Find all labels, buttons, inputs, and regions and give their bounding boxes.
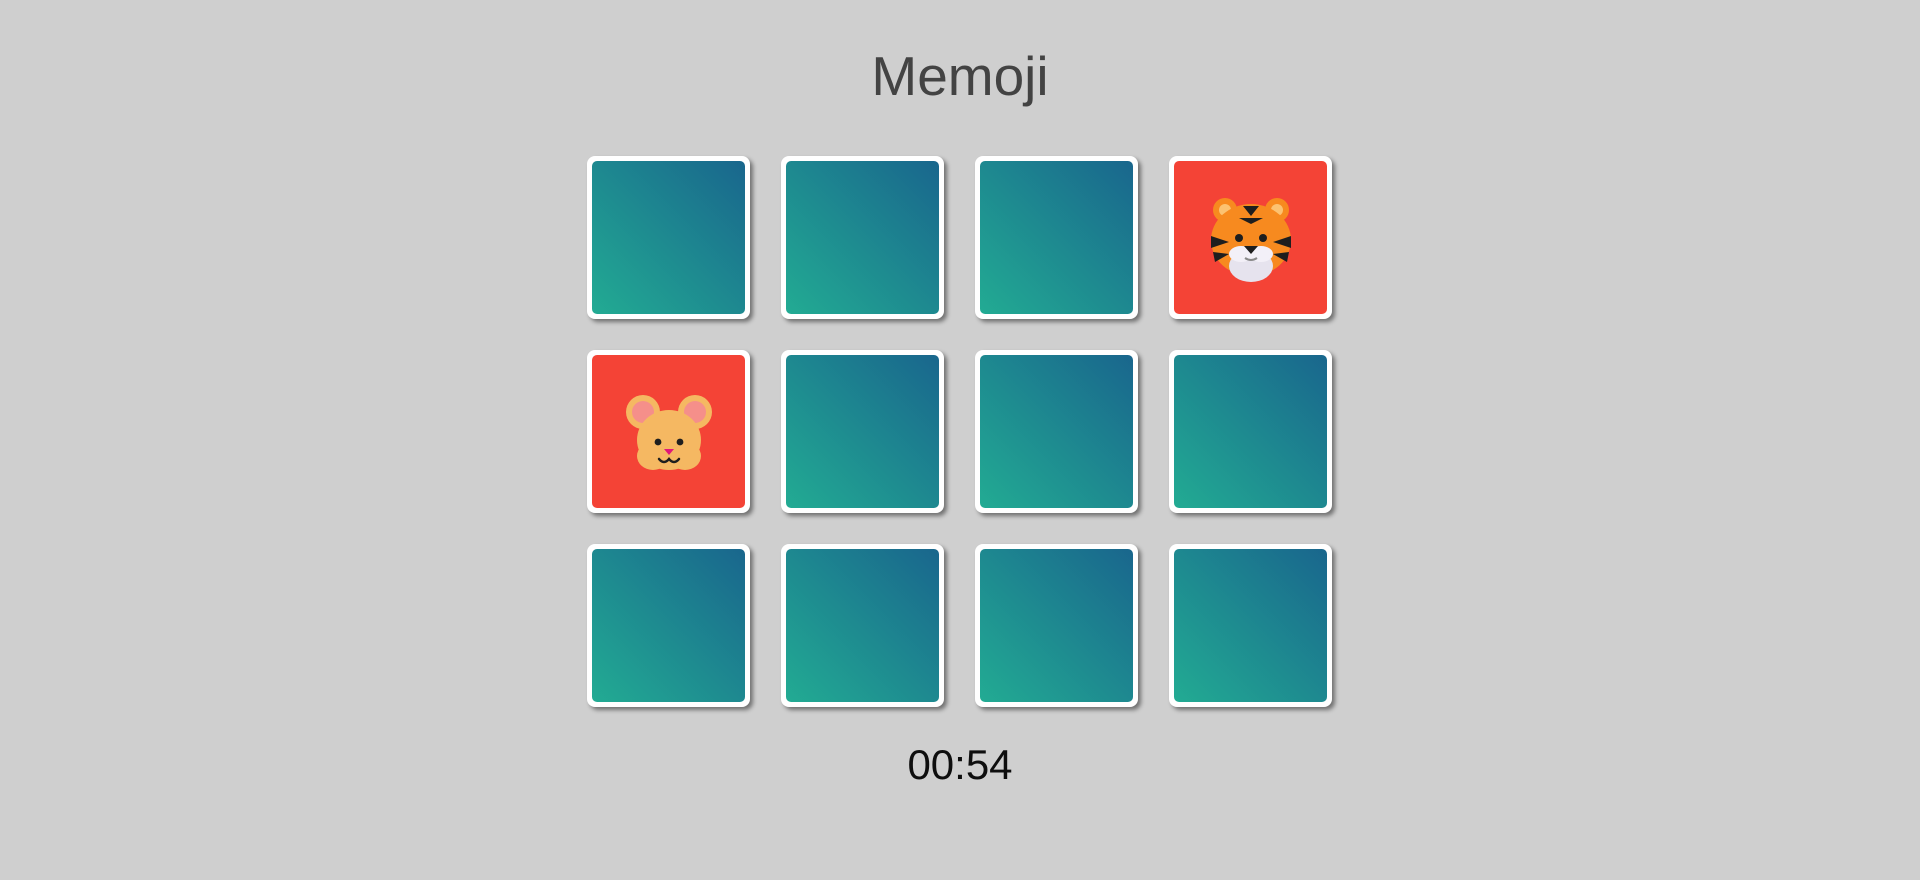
card-face	[786, 355, 939, 508]
memory-card[interactable]	[975, 350, 1138, 513]
memory-card[interactable]	[781, 156, 944, 319]
memory-card[interactable]	[975, 156, 1138, 319]
memory-card[interactable]	[1169, 544, 1332, 707]
card-face	[1174, 549, 1327, 702]
game-title: Memoji	[871, 45, 1049, 107]
memory-card[interactable]	[587, 350, 750, 513]
card-face	[592, 549, 745, 702]
card-face	[786, 549, 939, 702]
memory-card[interactable]	[781, 544, 944, 707]
card-face	[1174, 355, 1327, 508]
memory-card[interactable]	[587, 156, 750, 319]
card-face	[980, 355, 1133, 508]
card-grid	[587, 156, 1332, 707]
memory-card[interactable]	[1169, 350, 1332, 513]
memory-card[interactable]	[1169, 156, 1332, 319]
card-face	[1174, 161, 1327, 314]
memory-card[interactable]	[781, 350, 944, 513]
game-timer: 00:54	[907, 741, 1013, 788]
card-face	[592, 355, 745, 508]
card-face	[980, 549, 1133, 702]
card-face	[786, 161, 939, 314]
card-face	[980, 161, 1133, 314]
tiger-face-icon	[1203, 190, 1299, 286]
card-face	[592, 161, 745, 314]
mouse-face-icon	[621, 384, 717, 480]
memory-card[interactable]	[587, 544, 750, 707]
memory-card[interactable]	[975, 544, 1138, 707]
